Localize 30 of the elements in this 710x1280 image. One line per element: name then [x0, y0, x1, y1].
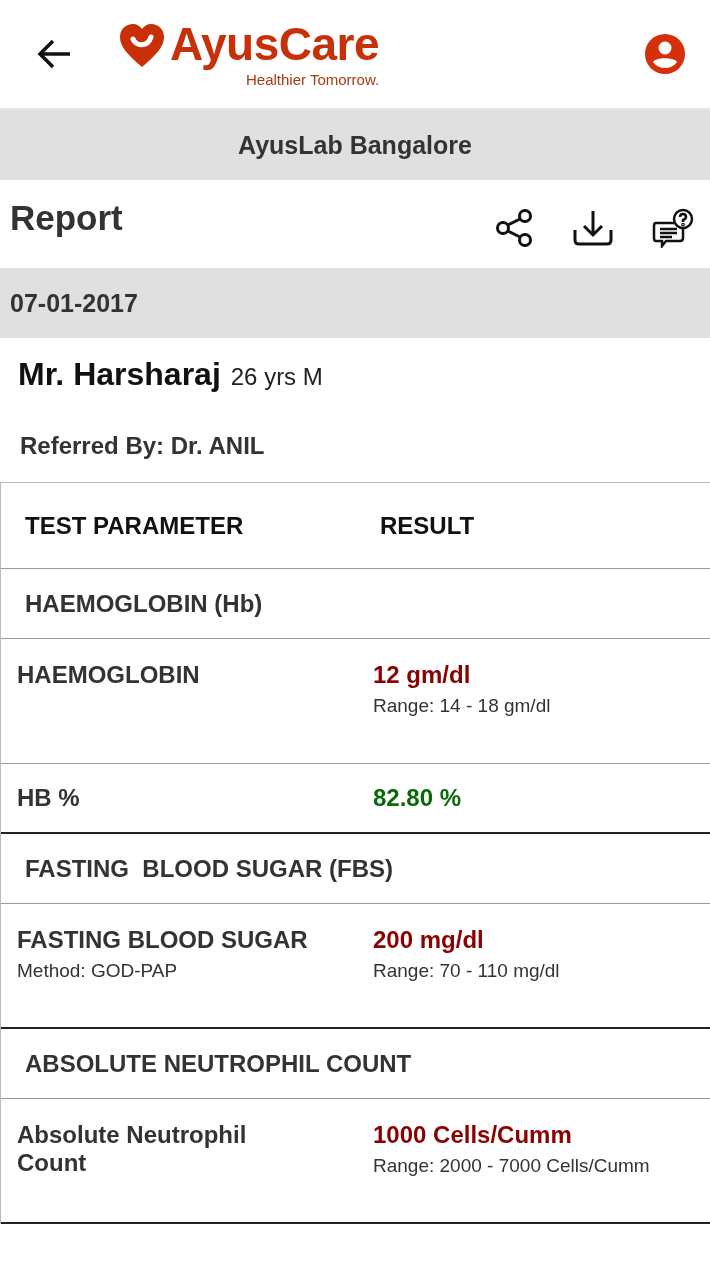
report-title: Report — [10, 198, 123, 238]
test-parameter: HAEMOGLOBIN — [17, 661, 201, 689]
test-result: 1000 Cells/Cumm — [373, 1121, 573, 1149]
test-result: 12 gm/dl — [373, 661, 472, 689]
reference-range: Range: 2000 - 7000 Cells/Cumm — [373, 1155, 650, 1177]
lab-name: AyusLab Bangalore — [0, 110, 710, 180]
referring-doctor: Referred By: Dr. ANIL — [19, 431, 266, 461]
column-header: TEST PARAMETER — [25, 511, 245, 540]
test-parameter: Absolute Neutrophil Count — [17, 1121, 248, 1177]
patient-details: 26 yrs M — [230, 363, 323, 391]
download-icon[interactable] — [572, 208, 614, 248]
test-result: 82.80 % — [373, 784, 462, 812]
test-method: Method: GOD-PAP — [17, 960, 179, 982]
reference-range: Range: 14 - 18 gm/dl — [373, 695, 551, 717]
test-group-title: ABSOLUTE NEUTROPHIL COUNT — [1, 1029, 710, 1099]
test-group-title: HAEMOGLOBIN (Hb) — [1, 569, 710, 639]
account-icon[interactable] — [644, 33, 686, 75]
tagline: Healthier Tomorrow. — [245, 70, 380, 88]
heart-logo-icon — [118, 22, 166, 69]
test-parameter: HB % — [17, 784, 81, 812]
report-date: 07-01-2017 — [0, 268, 710, 338]
test-result: 200 mg/dl — [373, 926, 485, 954]
help-chat-icon[interactable] — [652, 208, 694, 248]
test-group-title: FASTING BLOOD SUGAR (FBS) — [1, 834, 710, 904]
patient-name: Mr. Harsharaj — [18, 355, 221, 393]
share-icon[interactable] — [494, 208, 534, 248]
back-button[interactable] — [36, 38, 72, 70]
test-parameter: FASTING BLOOD SUGAR — [17, 926, 309, 954]
column-header: RESULT — [380, 511, 475, 540]
reference-range: Range: 70 - 110 mg/dl — [373, 960, 560, 982]
